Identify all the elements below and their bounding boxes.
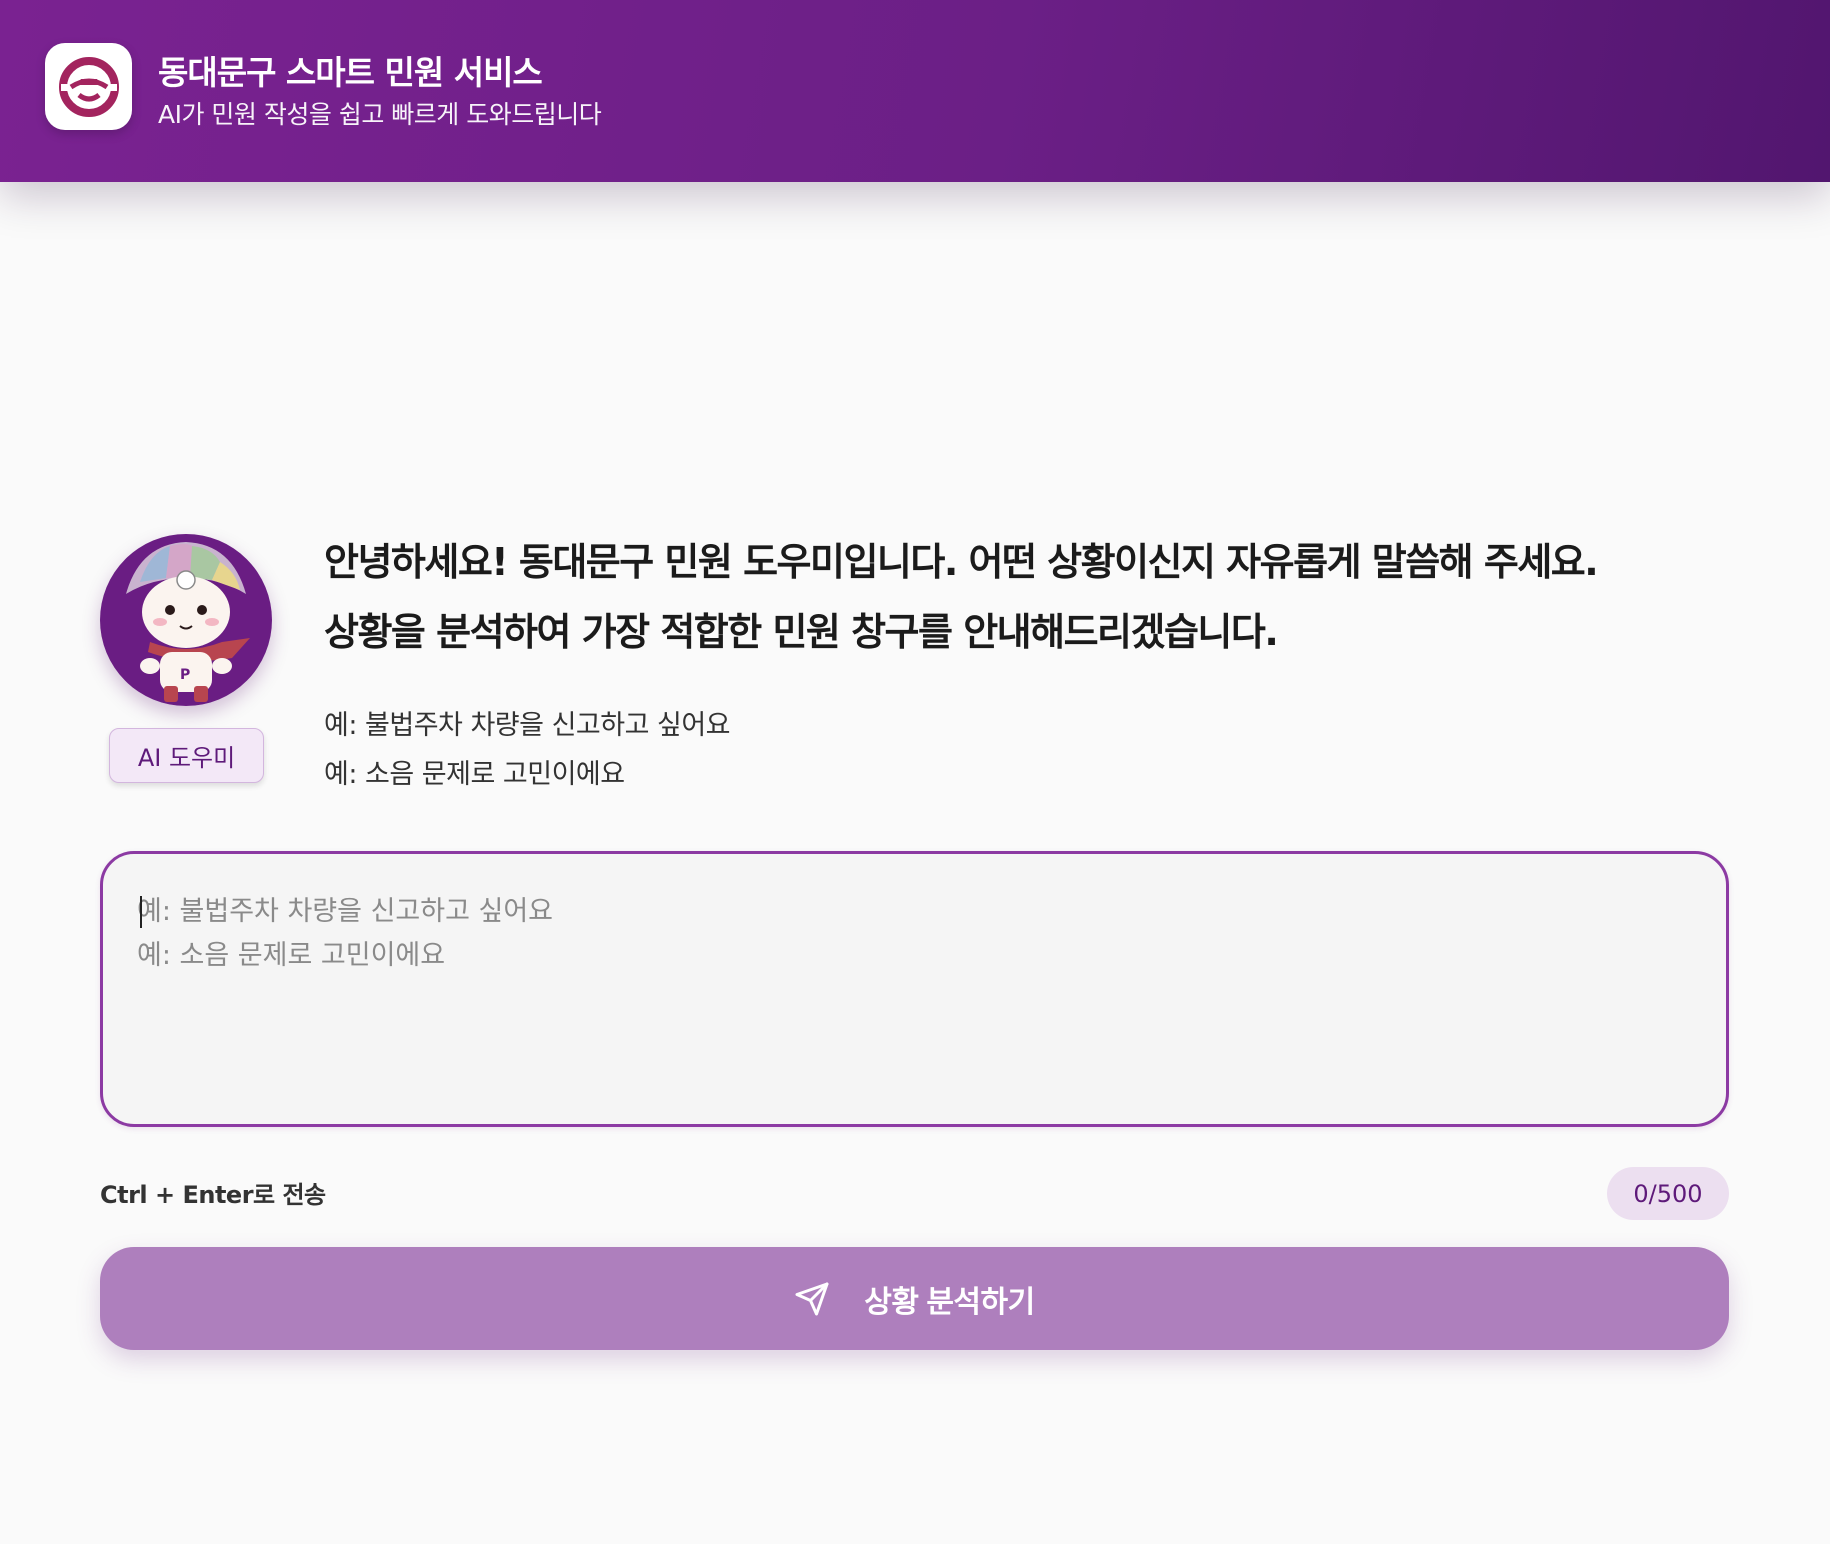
text-caret — [140, 896, 142, 928]
app-subtitle: AI가 민원 작성을 쉽고 빠르게 도와드립니다 — [158, 100, 602, 129]
send-icon — [794, 1281, 830, 1317]
example-line-1: 예: 불법주차 차량을 신고하고 싶어요 — [324, 710, 731, 741]
ai-assistant-badge: AI 도우미 — [109, 728, 264, 783]
dongdaemun-logo-icon — [45, 43, 132, 130]
situation-input-container — [100, 851, 1729, 1127]
greeting-line-1: 안녕하세요! 동대문구 민원 도우미입니다. 어떤 상황이신지 자유롭게 말씀해… — [324, 540, 1599, 584]
shortcut-hint: Ctrl + Enter로 전송 — [100, 1181, 326, 1209]
greeting-line-2: 상황을 분석하여 가장 적합한 민원 창구를 안내해드리겠습니다. — [324, 610, 1279, 654]
mascot-avatar: P — [100, 534, 272, 706]
char-counter: 0/500 — [1607, 1167, 1729, 1220]
app-title: 동대문구 스마트 민원 서비스 — [158, 53, 543, 92]
analyze-situation-button[interactable]: 상황 분석하기 — [100, 1247, 1729, 1350]
svg-text:P: P — [180, 667, 190, 683]
analyze-button-label: 상황 분석하기 — [864, 1285, 1035, 1319]
example-line-2: 예: 소음 문제로 고민이에요 — [324, 759, 625, 790]
situation-input[interactable] — [137, 890, 1677, 1090]
app-header: 동대문구 스마트 민원 서비스 AI가 민원 작성을 쉽고 빠르게 도와드립니다 — [0, 0, 1830, 182]
